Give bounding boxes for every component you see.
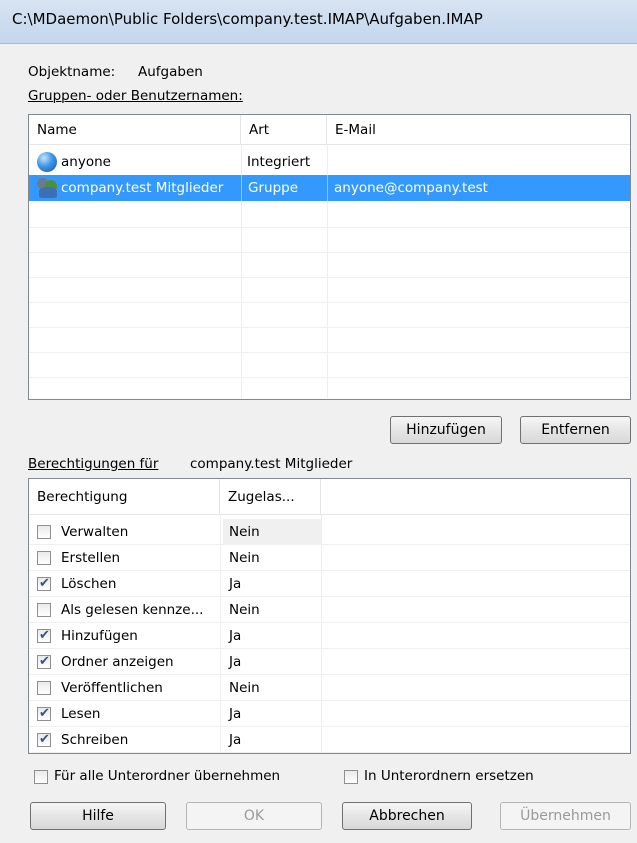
permission-name: Als gelesen kennze... <box>61 602 204 618</box>
permission-value: Ja <box>229 706 242 722</box>
permissions-for-value: company.test Mitglieder <box>190 456 353 472</box>
add-button[interactable]: Hinzufügen <box>390 416 502 444</box>
permission-name: Erstellen <box>61 550 121 566</box>
apply-subfolders-checkbox[interactable] <box>34 770 48 784</box>
permissions-list-header: Berechtigung Zugelas... <box>29 479 630 515</box>
permission-value: Nein <box>223 519 321 545</box>
permission-value: Ja <box>229 628 242 644</box>
user-name: company.test Mitglieder <box>61 180 224 196</box>
globe-icon <box>37 152 57 172</box>
user-email: anyone@company.test <box>327 175 627 201</box>
cancel-button[interactable]: Abbrechen <box>342 802 472 830</box>
permission-value: Nein <box>229 602 260 618</box>
permission-checkbox[interactable]: ✔ <box>37 628 51 643</box>
permission-name: Löschen <box>61 576 117 592</box>
permission-row[interactable]: ✔ Löschen Ja <box>29 571 630 597</box>
column-header-allowed[interactable]: Zugelas... <box>220 479 321 515</box>
permissions-listview[interactable]: Berechtigung Zugelas... Verwalten Nein Ers… <box>28 478 631 754</box>
users-list-header: Name Art E-Mail <box>29 115 630 145</box>
permission-checkbox[interactable]: ✔ <box>37 576 51 591</box>
user-type: Gruppe <box>241 175 327 201</box>
permission-checkbox[interactable] <box>37 551 51 565</box>
permissions-for-label: Berechtigungen für <box>28 456 159 472</box>
column-header-type[interactable]: Art <box>241 115 327 145</box>
column-header-name[interactable]: Name <box>29 115 241 145</box>
permission-name: Ordner anzeigen <box>61 654 174 670</box>
users-listview[interactable]: Name Art E-Mail anyone Integriert compan… <box>28 114 631 400</box>
permission-name: Verwalten <box>61 524 129 540</box>
permission-row[interactable]: Als gelesen kennze... Nein <box>29 597 630 623</box>
permission-row[interactable]: ✔ Schreiben Ja <box>29 727 630 753</box>
permission-name: Veröffentlichen <box>61 680 163 696</box>
users-list-label: Gruppen- oder Benutzernamen: <box>28 88 243 104</box>
permission-checkbox[interactable]: ✔ <box>37 706 51 721</box>
column-header-email[interactable]: E-Mail <box>327 115 630 145</box>
permission-row[interactable]: Veröffentlichen Nein <box>29 675 630 701</box>
permission-value: Ja <box>229 654 242 670</box>
remove-button[interactable]: Entfernen <box>520 416 631 444</box>
permission-row[interactable]: ✔ Hinzufügen Ja <box>29 623 630 649</box>
permission-row[interactable]: Verwalten Nein <box>29 519 630 545</box>
user-email <box>327 149 627 175</box>
permission-value: Nein <box>229 680 260 696</box>
permission-name: Schreiben <box>61 732 129 748</box>
object-name-value: Aufgaben <box>138 64 203 80</box>
ok-button[interactable]: OK <box>186 802 322 830</box>
permission-checkbox[interactable]: ✔ <box>37 732 51 747</box>
user-name: anyone <box>61 154 111 170</box>
permission-value: Nein <box>229 550 260 566</box>
replace-subfolders-label[interactable]: In Unterordnern ersetzen <box>364 768 534 784</box>
apply-subfolders-label[interactable]: Für alle Unterordner übernehmen <box>54 768 280 784</box>
permission-checkbox[interactable] <box>37 603 51 617</box>
window-title: C:\MDaemon\Public Folders\company.test.I… <box>0 0 637 44</box>
permission-checkbox[interactable] <box>37 525 51 539</box>
apply-button[interactable]: Übernehmen <box>500 802 631 830</box>
user-row-company-test-mitglieder[interactable]: company.test Mitglieder Gruppe anyone@co… <box>29 175 630 201</box>
column-header-permission[interactable]: Berechtigung <box>29 479 220 515</box>
replace-subfolders-checkbox[interactable] <box>344 770 358 784</box>
permission-checkbox[interactable] <box>37 681 51 695</box>
permission-checkbox[interactable]: ✔ <box>37 654 51 669</box>
user-type: Integriert <box>247 154 311 170</box>
permission-row[interactable]: ✔ Lesen Ja <box>29 701 630 727</box>
permission-row[interactable]: Erstellen Nein <box>29 545 630 571</box>
help-button[interactable]: Hilfe <box>30 802 166 830</box>
permission-value: Ja <box>229 732 242 748</box>
permission-value: Ja <box>229 576 242 592</box>
permission-row[interactable]: ✔ Ordner anzeigen Ja <box>29 649 630 675</box>
object-name-label: Objektname: <box>28 64 116 80</box>
permission-name: Hinzufügen <box>61 628 138 644</box>
permission-name: Lesen <box>61 706 101 722</box>
user-row-anyone[interactable]: anyone Integriert <box>29 149 630 175</box>
